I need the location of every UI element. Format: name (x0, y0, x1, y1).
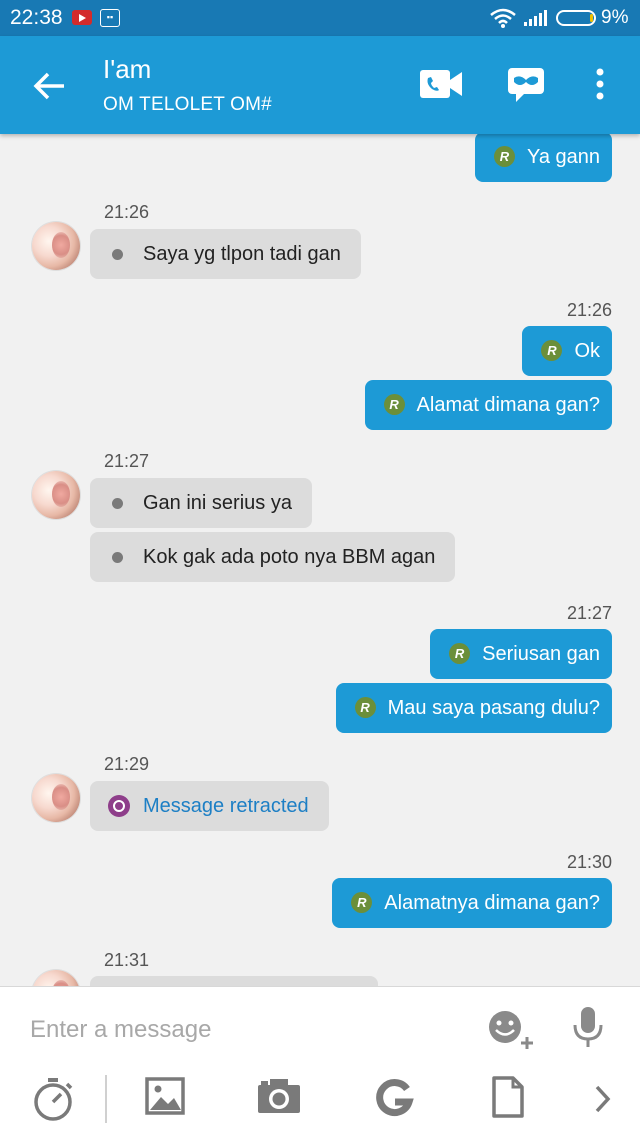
contact-status[interactable]: OM TELOLET OM# (103, 94, 272, 116)
read-status-icon: R (449, 643, 471, 664)
google-icon[interactable] (373, 1076, 415, 1118)
timer-icon[interactable] (31, 1076, 75, 1122)
composer (0, 986, 640, 1138)
message-retracted[interactable]: Message retracted (90, 781, 329, 831)
message-text: Ok (574, 340, 600, 362)
timestamp: 21:29 (104, 754, 150, 774)
message-outgoing[interactable]: R Ya gann (474, 134, 612, 182)
message-list[interactable]: R Ya gann 21:26 Saya yg tlpon tadi gan 2… (0, 134, 640, 986)
delivery-dot-icon (112, 552, 123, 563)
microphone-icon[interactable] (571, 1005, 605, 1049)
message-text: Kok gak ada poto nya BBM agan (143, 546, 436, 568)
timestamp: 21:31 (104, 950, 150, 970)
more-vert-icon[interactable] (588, 64, 612, 104)
message-outgoing[interactable]: R Seriusan gan (430, 629, 612, 679)
image-icon[interactable] (145, 1076, 185, 1116)
read-status-icon: R (493, 146, 515, 167)
battery-percent: 9% (601, 7, 629, 28)
message-incoming[interactable]: Gan ini serius ya (90, 478, 312, 528)
message-text: Saya yg tlpon tadi gan (143, 243, 341, 265)
message-text: Alamatnya dimana gan? (384, 892, 600, 914)
file-icon[interactable] (491, 1076, 525, 1118)
message-text: Ya gann (526, 146, 600, 168)
message-text: Alamat dimana gan? (416, 394, 600, 416)
message-incoming[interactable] (90, 976, 378, 986)
message-incoming[interactable]: Kok gak ada poto nya BBM agan (90, 532, 456, 582)
wifi-icon (490, 8, 516, 28)
read-status-icon: R (354, 697, 376, 718)
avatar[interactable] (32, 774, 80, 822)
timestamp: 21:26 (566, 300, 612, 320)
message-text: Gan ini serius ya (143, 492, 292, 514)
read-status-icon: R (541, 340, 563, 361)
bbm-notification-icon: ▪▪ (100, 9, 120, 27)
timestamp: 21:27 (104, 451, 150, 471)
youtube-notification-icon (72, 10, 92, 25)
emoji-add-icon[interactable] (487, 1009, 537, 1049)
video-call-icon[interactable] (418, 64, 464, 104)
retracted-clock-icon (108, 795, 130, 817)
avatar[interactable] (32, 222, 80, 270)
toolbar-divider (105, 1075, 107, 1123)
camera-icon[interactable] (256, 1076, 302, 1116)
message-text: Message retracted (143, 795, 309, 817)
read-status-icon: R (351, 892, 373, 913)
message-input[interactable] (28, 1009, 452, 1051)
message-outgoing[interactable]: R Mau saya pasang dulu? (335, 683, 612, 733)
status-time: 22:38 (10, 6, 63, 29)
message-outgoing[interactable]: R Alamat dimana gan? (364, 380, 612, 430)
chat-header: I'am OM TELOLET OM# (0, 36, 640, 134)
chevron-right-icon[interactable] (594, 1084, 612, 1114)
message-incoming[interactable]: Saya yg tlpon tadi gan (90, 229, 361, 279)
signal-icon (524, 10, 547, 26)
message-text: Seriusan gan (482, 643, 600, 665)
timestamp: 21:26 (104, 202, 150, 222)
avatar[interactable] (32, 471, 80, 519)
back-arrow-icon[interactable] (28, 66, 72, 106)
contact-name[interactable]: I'am (103, 54, 151, 85)
message-text: Mau saya pasang dulu? (387, 697, 600, 719)
mask-icon[interactable] (506, 64, 546, 104)
timestamp: 21:27 (566, 603, 612, 623)
battery-icon (556, 10, 596, 26)
message-outgoing[interactable]: R Ok (522, 326, 612, 376)
read-status-icon: R (383, 394, 405, 415)
delivery-dot-icon (112, 498, 123, 509)
timestamp: 21:30 (566, 852, 612, 872)
status-bar: 22:38 ▪▪ 9% (0, 0, 640, 36)
delivery-dot-icon (112, 249, 123, 260)
avatar[interactable] (32, 970, 80, 986)
message-outgoing[interactable]: R Alamatnya dimana gan? (332, 878, 612, 928)
